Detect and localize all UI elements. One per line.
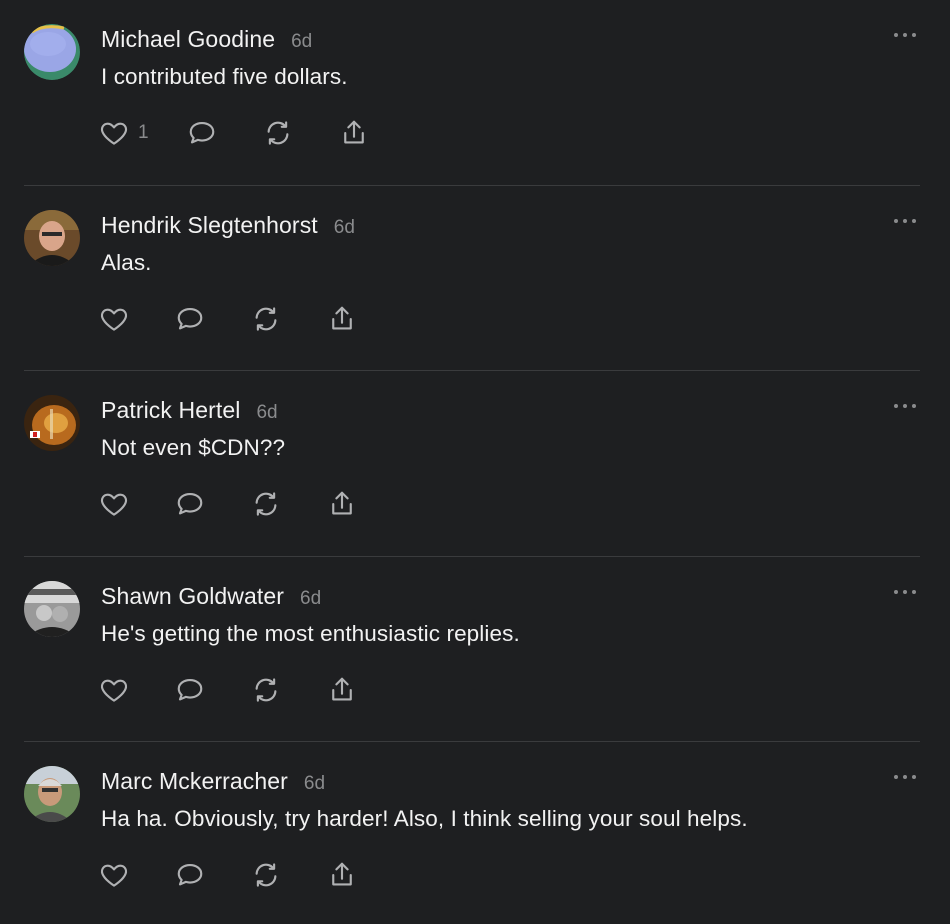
post-text: Not even $CDN??	[101, 435, 286, 460]
share-button[interactable]	[327, 675, 367, 705]
repost-button[interactable]	[251, 489, 327, 519]
dot-icon	[903, 775, 907, 779]
like-button[interactable]: 1	[99, 118, 187, 148]
avatar[interactable]	[24, 766, 80, 822]
action-bar	[99, 674, 367, 706]
reply-post: Shawn Goldwater 6d He's getting the most…	[0, 557, 950, 742]
share-icon	[332, 862, 352, 886]
repost-button[interactable]	[251, 860, 327, 890]
dot-icon	[894, 404, 898, 408]
comment-icon	[177, 863, 203, 886]
repost-button[interactable]	[251, 675, 327, 705]
reply-post: Michael Goodine 6d I contributed five do…	[0, 0, 950, 186]
like-button[interactable]	[99, 860, 175, 890]
like-button[interactable]	[99, 489, 175, 519]
dot-icon	[903, 33, 907, 37]
heart-icon	[100, 493, 128, 516]
like-button[interactable]	[99, 675, 175, 705]
post-header: Hendrik Slegtenhorst 6d	[101, 212, 355, 239]
reply-button[interactable]	[175, 304, 251, 334]
heart-icon	[100, 679, 128, 702]
avatar[interactable]	[24, 395, 80, 451]
repost-icon	[255, 492, 277, 516]
reply-post: Hendrik Slegtenhorst 6d Alas.	[0, 186, 950, 371]
avatar[interactable]	[24, 24, 80, 80]
author-name[interactable]: Shawn Goldwater	[101, 583, 284, 610]
avatar[interactable]	[24, 209, 80, 266]
reply-button[interactable]	[175, 489, 251, 519]
share-icon	[332, 491, 352, 515]
repost-button[interactable]	[263, 118, 339, 148]
author-name[interactable]: Marc Mckerracher	[101, 768, 288, 795]
post-header: Patrick Hertel 6d	[101, 397, 278, 424]
post-header: Marc Mckerracher 6d	[101, 768, 325, 795]
repost-icon	[255, 677, 277, 702]
reply-button[interactable]	[175, 860, 251, 890]
comment-icon	[177, 678, 203, 700]
post-header: Shawn Goldwater 6d	[101, 583, 321, 610]
dot-icon	[912, 33, 916, 37]
repost-icon	[267, 121, 289, 145]
post-time[interactable]: 6d	[291, 31, 312, 53]
dot-icon	[903, 218, 907, 223]
action-bar	[99, 303, 367, 335]
dot-icon	[912, 404, 916, 408]
like-button[interactable]	[99, 304, 175, 334]
reply-button[interactable]	[187, 118, 263, 148]
reply-post: Marc Mckerracher 6d Ha ha. Obviously, tr…	[0, 742, 950, 924]
avatar[interactable]	[24, 580, 80, 637]
comment-icon	[177, 492, 203, 515]
post-text: Alas.	[101, 249, 152, 275]
dot-icon	[894, 589, 898, 594]
like-count: 1	[138, 122, 149, 143]
author-name[interactable]: Hendrik Slegtenhorst	[101, 212, 318, 239]
post-text: I contributed five dollars.	[101, 64, 348, 89]
post-text: Ha ha. Obviously, try harder! Also, I th…	[101, 806, 748, 831]
post-time[interactable]: 6d	[300, 588, 321, 610]
dot-icon	[912, 775, 916, 779]
more-options-button[interactable]	[894, 216, 916, 226]
author-name[interactable]: Patrick Hertel	[101, 397, 240, 424]
dot-icon	[894, 218, 898, 223]
share-button[interactable]	[339, 118, 379, 148]
share-icon	[332, 306, 352, 329]
reply-button[interactable]	[175, 675, 251, 705]
dot-icon	[912, 218, 916, 223]
share-icon	[332, 677, 352, 700]
dot-icon	[903, 589, 907, 594]
author-name[interactable]: Michael Goodine	[101, 26, 275, 53]
dot-icon	[912, 589, 916, 594]
post-time[interactable]: 6d	[334, 217, 355, 239]
post-header: Michael Goodine 6d	[101, 26, 312, 53]
heart-icon	[100, 308, 128, 331]
share-button[interactable]	[327, 304, 367, 334]
dot-icon	[894, 775, 898, 779]
post-text: He's getting the most enthusiastic repli…	[101, 620, 520, 646]
share-icon	[344, 120, 364, 144]
repost-icon	[255, 306, 277, 331]
action-bar	[99, 488, 367, 520]
post-time[interactable]: 6d	[304, 773, 325, 795]
reply-post: Patrick Hertel 6d Not even $CDN??	[0, 371, 950, 557]
comment-icon	[177, 307, 203, 329]
comment-icon	[189, 121, 215, 144]
more-options-button[interactable]	[894, 30, 916, 40]
dot-icon	[894, 33, 898, 37]
repost-icon	[255, 863, 277, 887]
more-options-button[interactable]	[894, 587, 916, 597]
heart-icon	[100, 864, 128, 887]
heart-icon	[100, 122, 128, 145]
share-button[interactable]	[327, 489, 367, 519]
post-time[interactable]: 6d	[256, 402, 277, 424]
reply-thread: Michael Goodine 6d I contributed five do…	[0, 0, 950, 924]
more-options-button[interactable]	[894, 772, 916, 782]
more-options-button[interactable]	[894, 401, 916, 411]
share-button[interactable]	[327, 860, 367, 890]
repost-button[interactable]	[251, 304, 327, 334]
action-bar	[99, 859, 367, 891]
action-bar: 1	[99, 117, 379, 149]
dot-icon	[903, 404, 907, 408]
